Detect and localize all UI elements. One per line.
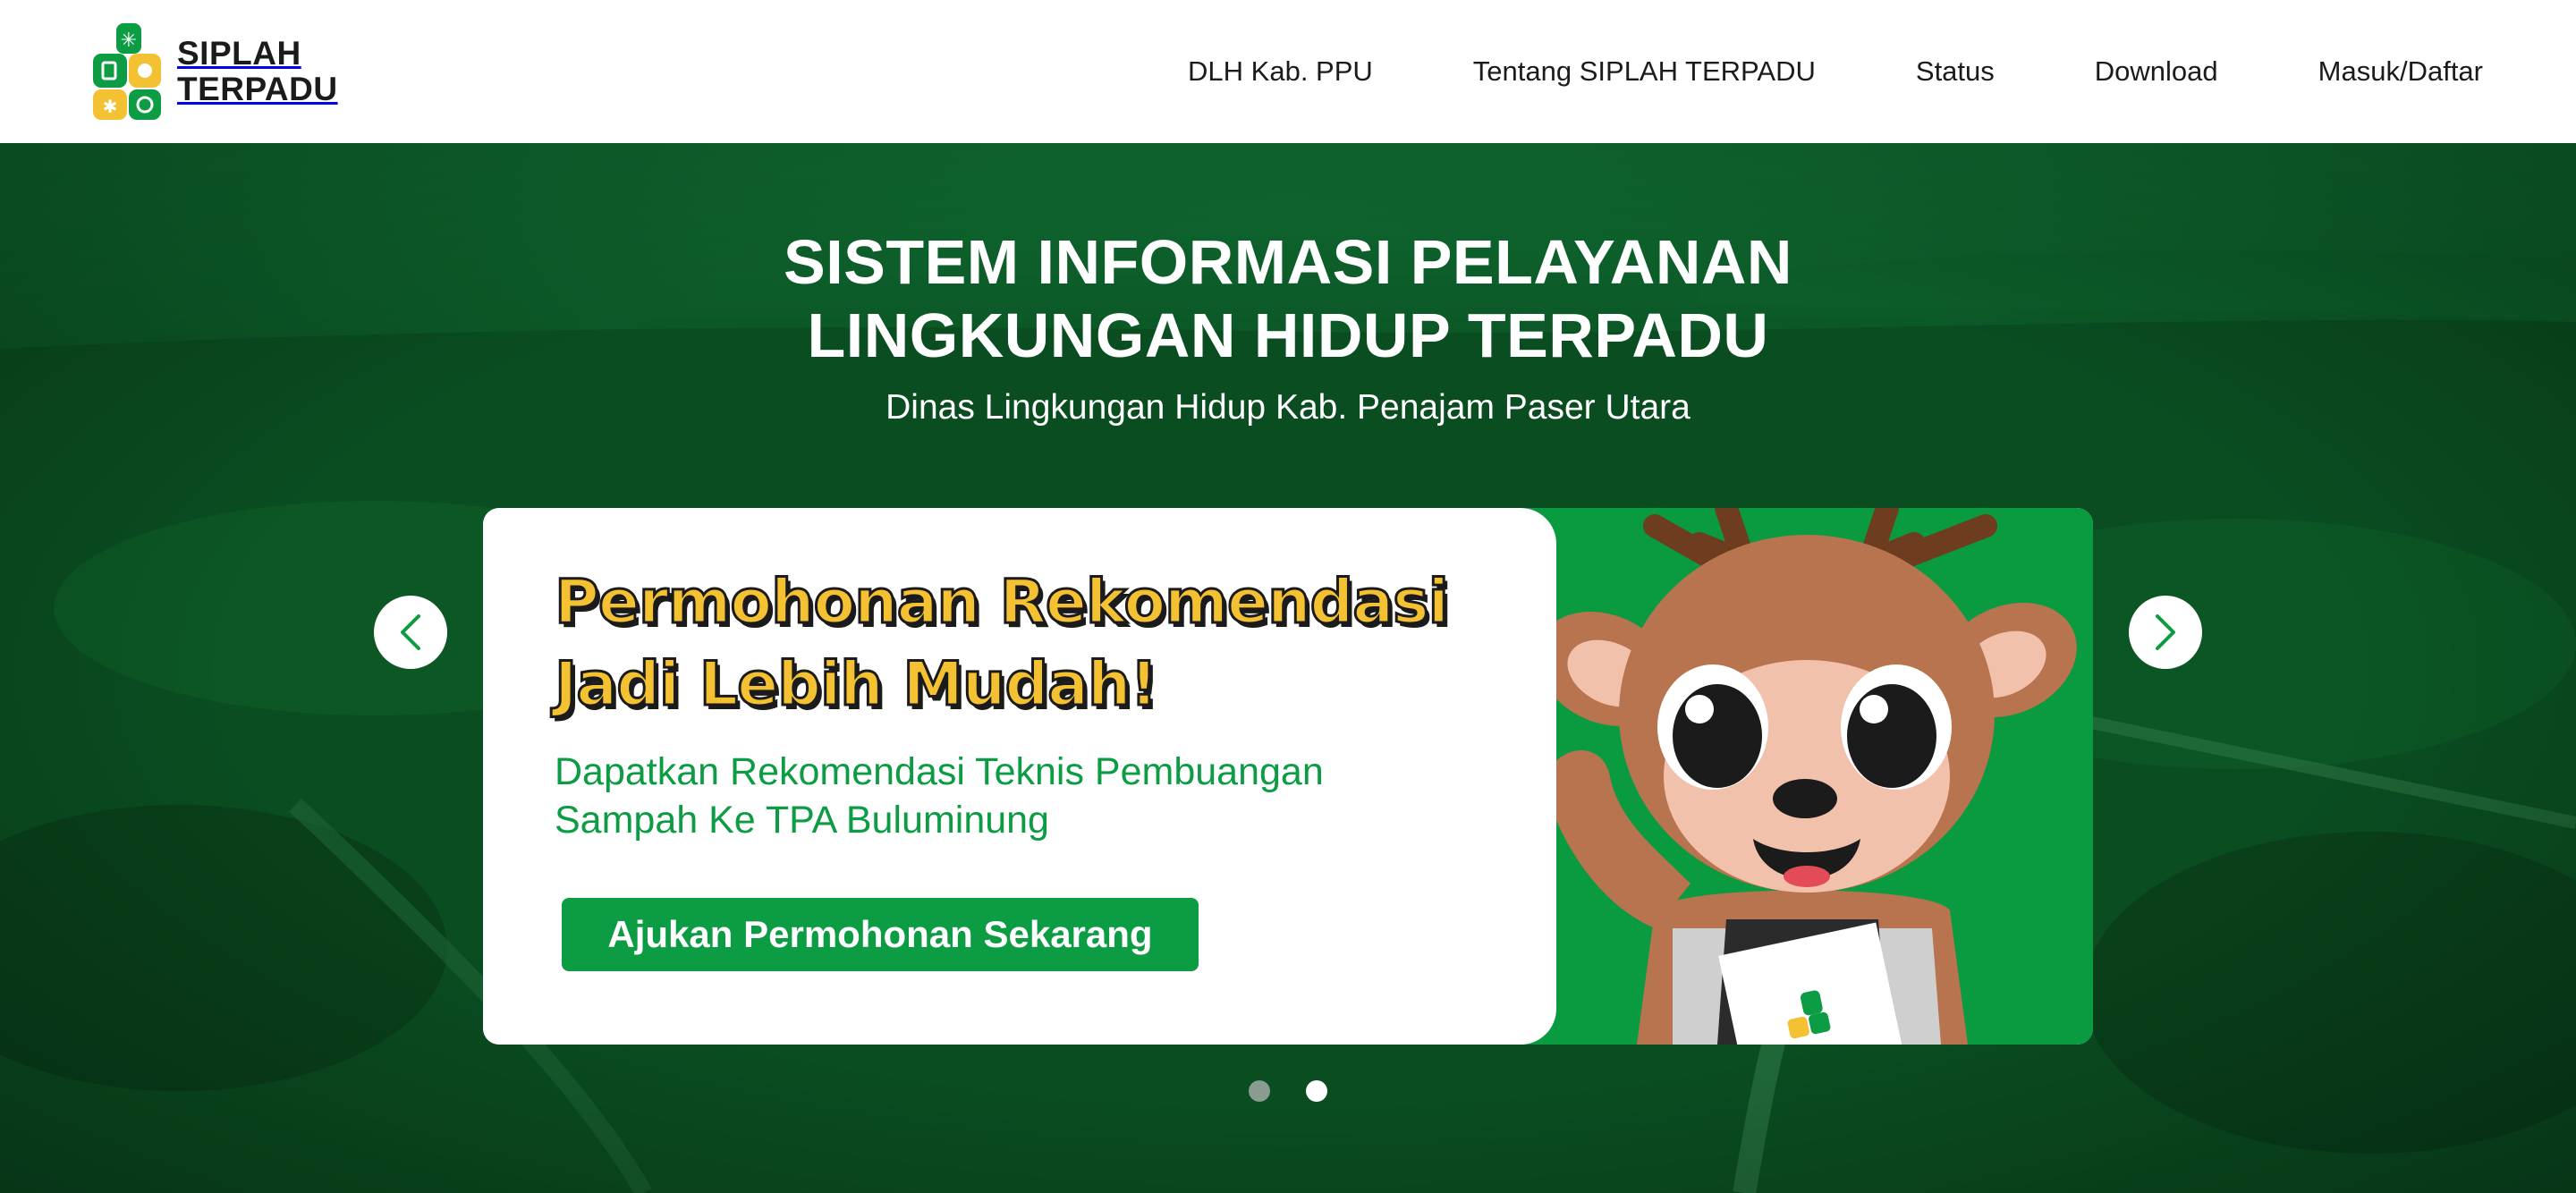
carousel-prev-button[interactable] xyxy=(374,596,447,669)
slide-description: Dapatkan Rekomendasi Teknis Pembuangan S… xyxy=(555,748,1521,844)
slide-illustration-panel xyxy=(1521,508,2093,1045)
slide-headline: Permohonan Rekomendasi Jadi Lebih Mudah! xyxy=(554,562,1538,726)
logo-line-2: TERPADU xyxy=(177,71,338,107)
deer-mascot-illustration xyxy=(1537,508,2077,1045)
carousel-dot-1[interactable] xyxy=(1249,1080,1270,1102)
hero-subtitle: Dinas Lingkungan Hidup Kab. Penajam Pase… xyxy=(886,388,1690,427)
nav-dlh[interactable]: DLH Kab. PPU xyxy=(1188,55,1373,88)
hero-section: SISTEM INFORMASI PELAYANAN LINGKUNGAN HI… xyxy=(0,143,2576,1193)
slide-text-panel: Permohonan Rekomendasi Jadi Lebih Mudah!… xyxy=(483,508,1556,1045)
site-logo[interactable]: ✳ ✱ SIPLAH TERPADU xyxy=(91,21,338,122)
nav-status[interactable]: Status xyxy=(1916,55,1995,88)
top-navbar: ✳ ✱ SIPLAH TERPADU DLH Kab. PPU Tentang … xyxy=(0,0,2576,143)
hero-title-line-1: SISTEM INFORMASI PELAYANAN xyxy=(784,227,1792,297)
slide-description-line-1: Dapatkan Rekomendasi Teknis Pembuangan xyxy=(555,750,1324,793)
apply-now-button[interactable]: Ajukan Permohonan Sekarang xyxy=(562,898,1199,971)
slide-headline-line-2: Jadi Lebih Mudah! xyxy=(554,648,1159,722)
chevron-left-icon xyxy=(401,614,420,650)
slide-description-line-2: Sampah Ke TPA Buluminung xyxy=(555,799,1049,842)
page: ✳ ✱ SIPLAH TERPADU DLH Kab. PPU Tentang … xyxy=(0,0,2576,1193)
svg-text:✱: ✱ xyxy=(103,96,118,117)
svg-text:✳: ✳ xyxy=(121,30,137,52)
hero-title-line-2: LINGKUNGAN HIDUP TERPADU xyxy=(807,300,1769,370)
carousel-next-button[interactable] xyxy=(2129,596,2202,669)
logo-line-1: SIPLAH xyxy=(177,35,301,72)
main-nav: DLH Kab. PPU Tentang SIPLAH TERPADU Stat… xyxy=(1188,0,2483,143)
carousel-pagination xyxy=(0,1080,2576,1102)
carousel-dot-2[interactable] xyxy=(1306,1080,1327,1102)
chevron-right-icon xyxy=(2156,614,2175,650)
nav-about[interactable]: Tentang SIPLAH TERPADU xyxy=(1473,55,1816,88)
slide-headline-line-1: Permohonan Rekomendasi xyxy=(554,566,1451,639)
carousel-slide: Permohonan Rekomendasi Jadi Lebih Mudah!… xyxy=(483,508,2093,1045)
hero-title: SISTEM INFORMASI PELAYANAN LINGKUNGAN HI… xyxy=(0,225,2576,372)
nav-download[interactable]: Download xyxy=(2095,55,2218,88)
nav-login-register[interactable]: Masuk/Daftar xyxy=(2318,55,2483,88)
siplah-logo-icon: ✳ ✱ xyxy=(93,23,161,120)
logo-wordmark: SIPLAH TERPADU xyxy=(177,36,338,107)
